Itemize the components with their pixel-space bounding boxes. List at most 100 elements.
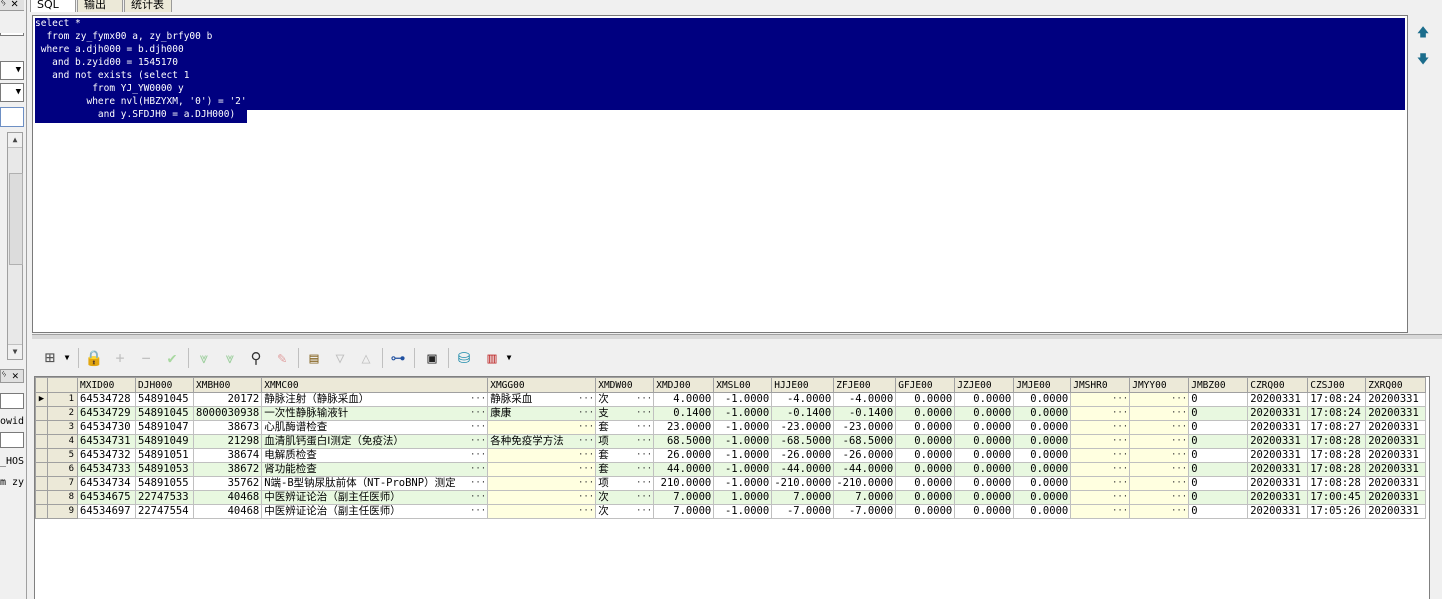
cell-jmje00[interactable]: 0.0000 bbox=[1013, 434, 1072, 449]
cell-xmdw00[interactable]: 次 ··· bbox=[595, 392, 655, 407]
column-header-zxrq00[interactable]: ZXRQ00 bbox=[1365, 377, 1427, 393]
ellipsis-button-icon[interactable]: ··· bbox=[1112, 450, 1128, 462]
cell-xmdj00[interactable]: 68.5000 bbox=[653, 434, 715, 449]
ellipsis-button-icon[interactable]: ··· bbox=[1171, 450, 1187, 462]
left-combo-1[interactable]: ▼ bbox=[0, 61, 24, 80]
cell-jmyy00[interactable]: ··· bbox=[1129, 434, 1190, 449]
table-row[interactable]: 4 64534731 54891049 21298 血清肌钙蛋白Ⅰ测定（免疫法） ··· 各… bbox=[35, 434, 1427, 449]
cell-zxrq00[interactable]: 20200331 bbox=[1365, 406, 1427, 421]
tab-sql[interactable]: SQL bbox=[30, 0, 76, 12]
cell-gfje00[interactable]: 0.0000 bbox=[895, 392, 956, 407]
ellipsis-button-icon[interactable]: ··· bbox=[470, 436, 486, 448]
cell-jmje00[interactable]: 0.0000 bbox=[1013, 406, 1072, 421]
cell-djh000[interactable]: 54891045 bbox=[135, 392, 194, 407]
ellipsis-button-icon[interactable]: ··· bbox=[470, 478, 486, 490]
cell-czsj00[interactable]: 17:08:24 bbox=[1307, 392, 1367, 407]
ellipsis-button-icon[interactable]: ··· bbox=[578, 478, 594, 490]
cell-xmsl00[interactable]: -1.0000 bbox=[713, 406, 773, 421]
cell-xmdw00[interactable]: 支 ··· bbox=[595, 406, 655, 421]
column-header-zfje00[interactable]: ZFJE00 bbox=[833, 377, 897, 393]
cell-jmbz00[interactable]: 0 bbox=[1188, 462, 1249, 477]
cell-hjje00[interactable]: -0.1400 bbox=[771, 406, 835, 421]
ellipsis-button-icon[interactable]: ··· bbox=[1171, 464, 1187, 476]
left-combo-2[interactable]: ▼ bbox=[0, 83, 24, 102]
cell-hjje00[interactable]: 7.0000 bbox=[771, 490, 835, 505]
cell-jmshr0[interactable]: ··· bbox=[1070, 420, 1131, 435]
cell-jmyy00[interactable]: ··· bbox=[1129, 504, 1190, 519]
cell-xmbh00[interactable]: 38674 bbox=[192, 448, 263, 463]
ellipsis-button-icon[interactable]: ··· bbox=[636, 492, 652, 504]
cell-xmdj00[interactable]: 4.0000 bbox=[653, 392, 715, 407]
left-input-3[interactable] bbox=[0, 393, 24, 409]
cell-czrq00[interactable]: 20200331 bbox=[1247, 420, 1309, 435]
cell-hjje00[interactable]: -4.0000 bbox=[771, 392, 835, 407]
ellipsis-button-icon[interactable]: ··· bbox=[470, 394, 486, 406]
sql-editor[interactable]: select * from zy_fymx00 a, zy_brfy00 b w… bbox=[32, 15, 1408, 333]
cell-czrq00[interactable]: 20200331 bbox=[1247, 434, 1309, 449]
cell-djh000[interactable]: 22747533 bbox=[135, 490, 194, 505]
export-icon[interactable]: ▤ bbox=[304, 348, 324, 368]
column-header-jmje00[interactable]: JMJE00 bbox=[1013, 377, 1072, 393]
cell-jmshr0[interactable]: ··· bbox=[1070, 434, 1131, 449]
filter-icon[interactable]: ⩔ bbox=[194, 348, 214, 368]
table-row[interactable]: 9 64534697 22747554 40468 中医辨证论治（副主任医师） ··· ··… bbox=[35, 504, 1427, 519]
ellipsis-button-icon[interactable]: ··· bbox=[1112, 464, 1128, 476]
ellipsis-button-icon[interactable]: ··· bbox=[578, 450, 594, 462]
cell-xmbh00[interactable]: 38673 bbox=[192, 420, 263, 435]
tree-icon[interactable]: ⊶ bbox=[388, 348, 408, 368]
cell-xmsl00[interactable]: -1.0000 bbox=[713, 504, 773, 519]
cell-zfje00[interactable]: -7.0000 bbox=[833, 504, 897, 519]
cell-jmshr0[interactable]: ··· bbox=[1070, 406, 1131, 421]
cell-czrq00[interactable]: 20200331 bbox=[1247, 504, 1309, 519]
cell-czsj00[interactable]: 17:08:27 bbox=[1307, 420, 1367, 435]
cell-jzje00[interactable]: 0.0000 bbox=[954, 392, 1015, 407]
ellipsis-button-icon[interactable]: ··· bbox=[636, 436, 652, 448]
cell-gfje00[interactable]: 0.0000 bbox=[895, 490, 956, 505]
cell-xmdw00[interactable]: 套 ··· bbox=[595, 462, 655, 477]
left-input-2[interactable] bbox=[0, 107, 24, 127]
cell-xmdj00[interactable]: 7.0000 bbox=[653, 490, 715, 505]
cell-jzje00[interactable]: 0.0000 bbox=[954, 490, 1015, 505]
column-header-djh000[interactable]: DJH000 bbox=[135, 377, 194, 393]
cell-xmdj00[interactable]: 0.1400 bbox=[653, 406, 715, 421]
cell-jmbz00[interactable]: 0 bbox=[1188, 434, 1249, 449]
scroll-thumb[interactable] bbox=[9, 173, 23, 265]
cell-czsj00[interactable]: 17:08:28 bbox=[1307, 462, 1367, 477]
cell-djh000[interactable]: 22747554 bbox=[135, 504, 194, 519]
cell-jmyy00[interactable]: ··· bbox=[1129, 462, 1190, 477]
chevron-down-icon[interactable]: ▼ bbox=[504, 348, 514, 368]
column-header-hjje00[interactable]: HJJE00 bbox=[771, 377, 835, 393]
cell-jmbz00[interactable]: 0 bbox=[1188, 448, 1249, 463]
ellipsis-button-icon[interactable]: ··· bbox=[1112, 506, 1128, 518]
cell-xmsl00[interactable]: 1.0000 bbox=[713, 490, 773, 505]
ellipsis-button-icon[interactable]: ··· bbox=[636, 506, 652, 518]
chart-icon[interactable]: ▥ bbox=[482, 348, 502, 368]
cell-xmmc00[interactable]: 心肌酶谱检查 ··· bbox=[261, 420, 489, 435]
cell-jmje00[interactable]: 0.0000 bbox=[1013, 462, 1072, 477]
arrow-up-icon[interactable]: 🡅 bbox=[1416, 25, 1430, 39]
cell-czrq00[interactable]: 20200331 bbox=[1247, 406, 1309, 421]
ellipsis-button-icon[interactable]: ··· bbox=[1171, 492, 1187, 504]
left-input-4[interactable] bbox=[0, 432, 24, 448]
column-header-jmyy00[interactable]: JMYY00 bbox=[1129, 377, 1190, 393]
ellipsis-button-icon[interactable]: ··· bbox=[1171, 506, 1187, 518]
cell-jmbz00[interactable]: 0 bbox=[1188, 420, 1249, 435]
cell-xmbh00[interactable]: 35762 bbox=[192, 476, 263, 491]
tab-stats[interactable]: 统计表 bbox=[124, 0, 172, 12]
ellipsis-button-icon[interactable]: ··· bbox=[1112, 394, 1128, 406]
sql-text[interactable]: select * from zy_fymx00 a, zy_brfy00 b w… bbox=[35, 17, 247, 121]
cell-czsj00[interactable]: 17:08:24 bbox=[1307, 406, 1367, 421]
ellipsis-button-icon[interactable]: ··· bbox=[578, 408, 594, 420]
ellipsis-button-icon[interactable]: ··· bbox=[636, 408, 652, 420]
cell-djh000[interactable]: 54891051 bbox=[135, 448, 194, 463]
cell-xmgg00[interactable]: 康康 ··· bbox=[487, 406, 597, 421]
left-input-1[interactable] bbox=[0, 33, 24, 36]
cell-xmgg00[interactable]: ··· bbox=[487, 490, 597, 505]
cell-xmdw00[interactable]: 次 ··· bbox=[595, 490, 655, 505]
grid-menu-icon[interactable]: ⊞ bbox=[40, 348, 60, 368]
cell-xmgg00[interactable]: 静脉采血 ··· bbox=[487, 392, 597, 407]
cell-czrq00[interactable]: 20200331 bbox=[1247, 462, 1309, 477]
clear-filter-icon[interactable]: ⩔ bbox=[220, 348, 240, 368]
cell-zfje00[interactable]: -26.0000 bbox=[833, 448, 897, 463]
ellipsis-button-icon[interactable]: ··· bbox=[1112, 492, 1128, 504]
